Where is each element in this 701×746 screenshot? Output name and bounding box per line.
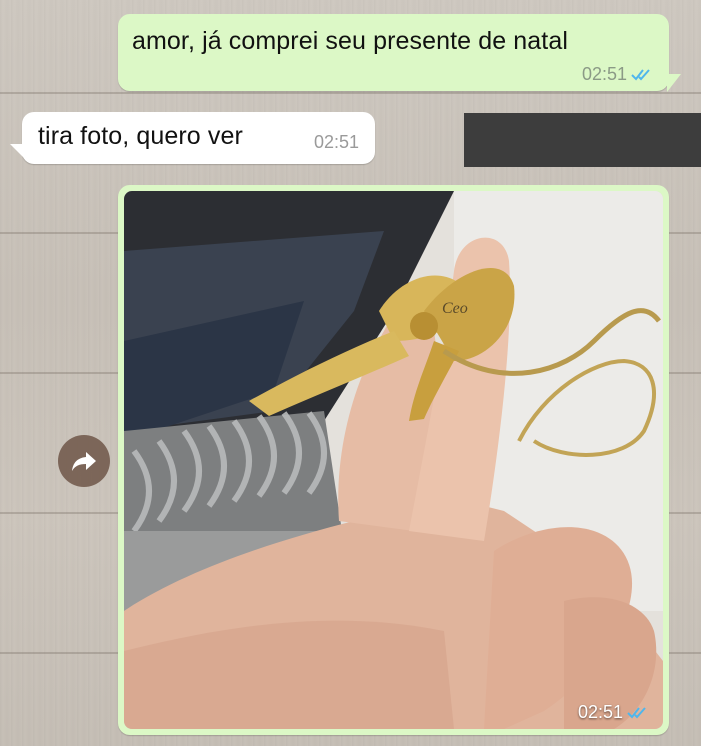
outgoing-message[interactable]: amor, já comprei seu presente de natal 0…	[118, 14, 681, 92]
forward-button[interactable]	[58, 435, 110, 487]
message-time: 02:51	[313, 132, 359, 152]
chat-view: amor, já comprei seu presente de natal 0…	[0, 0, 701, 746]
bubble-tail	[667, 74, 681, 92]
message-text: amor, já comprei seu presente de natal	[132, 27, 568, 55]
gift-ribbon-photo[interactable]: Ceo	[124, 191, 663, 729]
forward-arrow-icon	[72, 452, 96, 471]
message-time: 02:51	[577, 702, 623, 722]
bubble-tail	[10, 144, 24, 158]
outgoing-photo-message[interactable]: Ceo 02:51	[118, 185, 669, 735]
double-check-icon	[631, 68, 650, 81]
svg-text:Ceo: Ceo	[442, 300, 468, 317]
message-time: 02:51	[581, 64, 627, 84]
redacted-area	[464, 113, 701, 167]
message-text: tira foto, quero ver	[38, 122, 243, 150]
double-check-icon	[627, 706, 646, 719]
message-meta: 02:51	[578, 702, 651, 723]
message-meta: 02:51	[314, 132, 359, 153]
message-meta: 02:51	[582, 64, 655, 85]
incoming-message[interactable]: tira foto, quero ver 02:51	[10, 112, 375, 164]
photo-illustration: Ceo	[124, 191, 663, 729]
